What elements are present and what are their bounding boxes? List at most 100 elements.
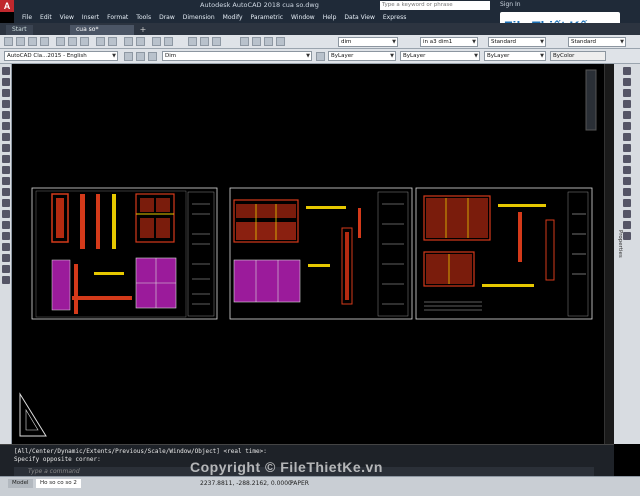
construction-line-icon[interactable] <box>2 78 10 86</box>
rectangle-icon[interactable] <box>2 111 10 119</box>
print-icon[interactable] <box>40 37 49 46</box>
dimstyle-select[interactable]: dim ▼ <box>338 37 398 47</box>
cut-icon[interactable] <box>56 37 65 46</box>
make-block-icon[interactable] <box>2 199 10 207</box>
menu-express[interactable]: Express <box>383 14 406 21</box>
save-icon[interactable] <box>28 37 37 46</box>
layer-icon[interactable] <box>164 37 173 46</box>
menu-dimension[interactable]: Dimension <box>183 14 215 21</box>
undo-icon[interactable] <box>96 37 105 46</box>
make-current-icon[interactable] <box>316 52 325 61</box>
navigation-bar[interactable] <box>585 69 597 131</box>
join-icon[interactable] <box>623 199 631 207</box>
menu-help[interactable]: Help <box>323 14 337 21</box>
spline-icon[interactable] <box>2 155 10 163</box>
color-select[interactable]: ByLayer ▼ <box>328 51 396 61</box>
paste-icon[interactable] <box>80 37 89 46</box>
zoom-icon[interactable] <box>136 37 145 46</box>
freeze-icon[interactable] <box>148 52 157 61</box>
scale-icon[interactable] <box>623 144 631 152</box>
textstyle-select[interactable]: in a3 dim1 ▼ <box>420 37 478 47</box>
tab-drawing[interactable]: cua so* <box>70 25 134 35</box>
move-icon[interactable] <box>623 122 631 130</box>
menu-view[interactable]: View <box>60 14 74 21</box>
tablestyle-select[interactable]: Standard ▼ <box>488 37 546 47</box>
snap-icon[interactable] <box>188 37 197 46</box>
add-selected-icon[interactable] <box>2 276 10 284</box>
workspace-select[interactable]: AutoCAD Cla...2015 - English ▼ <box>4 51 118 61</box>
insert-block-icon[interactable] <box>2 188 10 196</box>
menu-modify[interactable]: Modify <box>223 14 243 21</box>
light-bulb-icon[interactable] <box>136 52 145 61</box>
paper-space-toggle[interactable]: PAPER <box>290 480 309 487</box>
table-tool-icon[interactable] <box>2 254 10 262</box>
plotstyle-select[interactable]: ByColor <box>550 51 606 61</box>
rotate-icon[interactable] <box>623 133 631 141</box>
explode-icon[interactable] <box>623 232 631 240</box>
table-icon[interactable] <box>264 37 273 46</box>
drawing-canvas[interactable] <box>12 64 604 444</box>
redo-icon[interactable] <box>108 37 117 46</box>
revcloud-icon[interactable] <box>2 144 10 152</box>
chevron-down-icon: ▼ <box>112 53 116 59</box>
line-icon[interactable] <box>2 67 10 75</box>
hatch-icon[interactable] <box>2 221 10 229</box>
gradient-icon[interactable] <box>2 232 10 240</box>
mirror-icon[interactable] <box>623 89 631 97</box>
polyline-icon[interactable] <box>2 89 10 97</box>
tab-model[interactable]: Model <box>8 479 33 488</box>
menu-file[interactable]: File <box>22 14 32 21</box>
menu-format[interactable]: Format <box>107 14 128 21</box>
layer-properties-icon[interactable] <box>124 52 133 61</box>
tab-start[interactable]: Start <box>6 25 33 35</box>
break-icon[interactable] <box>623 188 631 196</box>
new-tab-button[interactable]: + <box>138 25 148 35</box>
menu-tools[interactable]: Tools <box>136 14 151 21</box>
trim-icon[interactable] <box>623 166 631 174</box>
point-icon[interactable] <box>2 210 10 218</box>
menu-insert[interactable]: Insert <box>82 14 99 21</box>
open-icon[interactable] <box>16 37 25 46</box>
ortho-icon[interactable] <box>200 37 209 46</box>
ellipse-arc-icon[interactable] <box>2 177 10 185</box>
stretch-icon[interactable] <box>623 155 631 163</box>
menu-draw[interactable]: Draw <box>159 14 175 21</box>
osnap-icon[interactable] <box>212 37 221 46</box>
dim-style-icon[interactable] <box>252 37 261 46</box>
search-input[interactable]: Type a keyword or phrase <box>380 1 490 10</box>
copy-object-icon[interactable] <box>623 78 631 86</box>
properties-palette-label[interactable]: Properties <box>617 230 623 258</box>
menu-data-view[interactable]: Data View <box>344 14 374 21</box>
extend-icon[interactable] <box>623 177 631 185</box>
new-icon[interactable] <box>4 37 13 46</box>
linetype-select[interactable]: ByLayer ▼ <box>400 51 480 61</box>
circle-icon[interactable] <box>2 133 10 141</box>
block-icon[interactable] <box>276 37 285 46</box>
tab-layout[interactable]: Ho so co so 2 <box>36 479 81 488</box>
copy-icon[interactable] <box>68 37 77 46</box>
offset-icon[interactable] <box>623 100 631 108</box>
mleaderstyle-select[interactable]: Standard ▼ <box>568 37 626 47</box>
vertical-scrollbar[interactable] <box>604 64 614 444</box>
arc-icon[interactable] <box>2 122 10 130</box>
lineweight-select[interactable]: ByLayer ▼ <box>484 51 546 61</box>
properties-icon[interactable] <box>152 37 161 46</box>
erase-icon[interactable] <box>623 67 631 75</box>
polygon-icon[interactable] <box>2 100 10 108</box>
menu-window[interactable]: Window <box>291 14 315 21</box>
ellipse-icon[interactable] <box>2 166 10 174</box>
chevron-down-icon: ▼ <box>540 53 544 59</box>
chamfer-icon[interactable] <box>623 210 631 218</box>
sheet-1 <box>31 187 218 320</box>
text-style-icon[interactable] <box>240 37 249 46</box>
region-icon[interactable] <box>2 243 10 251</box>
pan-icon[interactable] <box>124 37 133 46</box>
array-icon[interactable] <box>623 111 631 119</box>
sign-in-button[interactable]: Sign In <box>500 1 521 8</box>
fillet-icon[interactable] <box>623 221 631 229</box>
layer-select[interactable]: Dim ▼ <box>162 51 312 61</box>
menu-parametric[interactable]: Parametric <box>251 14 284 21</box>
autocad-logo-icon[interactable]: A <box>0 0 14 12</box>
menu-edit[interactable]: Edit <box>40 14 52 21</box>
mtext-icon[interactable] <box>2 265 10 273</box>
